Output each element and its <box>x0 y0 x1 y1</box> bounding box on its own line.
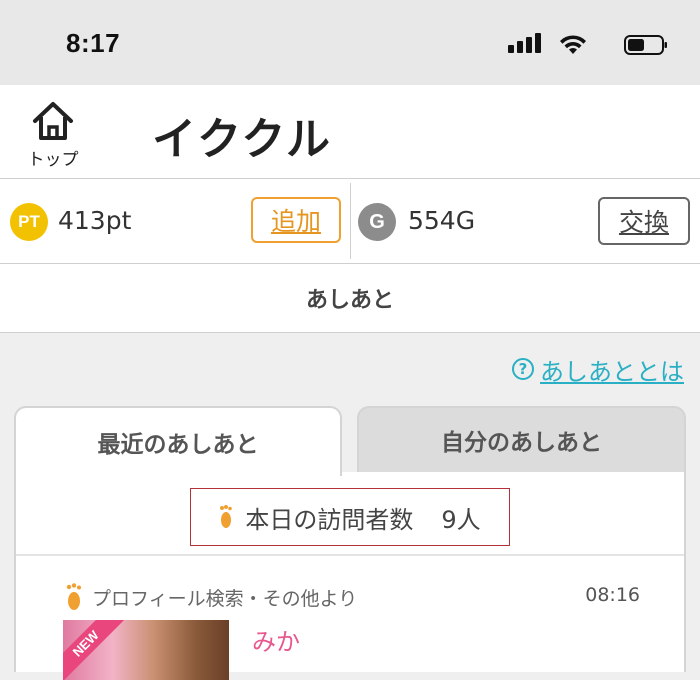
g-value: 554G <box>408 206 476 235</box>
divider <box>350 183 351 259</box>
points-bar: PT 413pt 追加 554G 交換 <box>0 179 700 264</box>
help-link-label: あしあととは <box>540 357 684 386</box>
entry-time: 08:16 <box>585 584 640 606</box>
g-icon: G <box>358 203 396 241</box>
footprint-icon <box>66 583 81 610</box>
app-title: イククル <box>152 114 333 165</box>
pt-value: 413pt <box>58 206 132 235</box>
exchange-button[interactable]: 交換 <box>598 197 690 245</box>
entry-source-label: プロフィール検索・その他より <box>92 587 358 610</box>
list-item[interactable]: プロフィール検索・その他より 08:16 NEW みか <box>16 556 684 680</box>
help-link[interactable]: ? あしあととは <box>512 354 684 386</box>
new-badge: NEW <box>63 620 125 680</box>
footprints-panel: 本日の訪問者数 9人 プロフィール検索・その他より 08:16 NEW みか <box>14 472 686 680</box>
wifi-icon <box>560 35 586 54</box>
visitor-count-label: 本日の訪問者数 <box>245 505 414 534</box>
home-label: トップ <box>27 150 79 170</box>
visitor-count-value: 9人 <box>441 505 481 534</box>
status-time: 8:17 <box>66 28 121 58</box>
tab-recent-footprints[interactable]: 最近のあしあと <box>14 406 342 476</box>
page-title: あしあと <box>0 264 700 333</box>
profile-photo[interactable]: NEW <box>63 620 229 680</box>
signal-icon <box>508 33 542 55</box>
footprint-icon <box>220 505 233 528</box>
add-points-button[interactable]: 追加 <box>251 197 341 243</box>
home-icon <box>33 102 73 140</box>
pt-icon: PT <box>10 203 48 241</box>
entry-source: プロフィール検索・その他より <box>66 582 357 612</box>
entry-name[interactable]: みか <box>252 622 300 657</box>
question-icon: ? <box>512 358 534 380</box>
app-header: トップ イククル <box>0 85 700 179</box>
battery-icon <box>624 35 667 55</box>
home-button[interactable]: トップ <box>20 101 86 170</box>
visitor-count-box: 本日の訪問者数 9人 <box>190 488 510 546</box>
status-bar: 8:17 <box>0 0 700 85</box>
tab-my-footprints[interactable]: 自分のあしあと <box>357 406 686 472</box>
